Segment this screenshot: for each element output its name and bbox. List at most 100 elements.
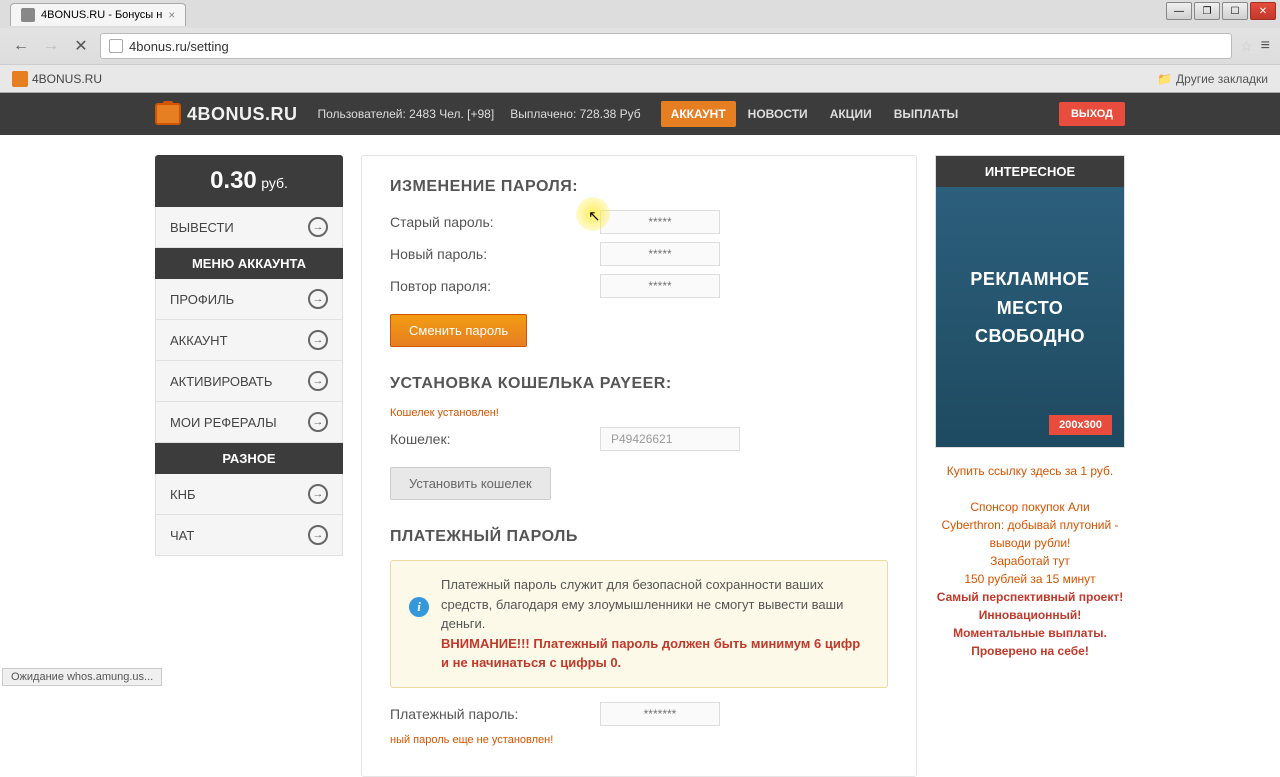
ad-link-red2[interactable]: Инновационный! Моментальные выплаты. Про… xyxy=(935,606,1125,660)
bookmark-label: 4BONUS.RU xyxy=(32,72,102,86)
maximize-button[interactable]: ☐ xyxy=(1222,2,1248,20)
password-section-title: ИЗМЕНЕНИЕ ПАРОЛЯ: xyxy=(390,178,888,196)
sidebar-misc-header: РАЗНОЕ xyxy=(155,443,343,474)
forward-button[interactable]: → xyxy=(40,35,62,57)
logout-button[interactable]: ВЫХОД xyxy=(1059,102,1125,126)
ad-link-2[interactable]: Cyberthron: добывай плутоний - выводи ру… xyxy=(935,516,1125,552)
balance-currency: руб. xyxy=(261,175,288,191)
ad-text-3: СВОБОДНО xyxy=(946,322,1114,351)
wallet-label: Кошелек: xyxy=(390,431,600,447)
sidebar-item-label: КНБ xyxy=(170,487,196,502)
page-content: 0.30 руб. ВЫВЕСТИ → МЕНЮ АККАУНТА ПРОФИЛ… xyxy=(0,135,1280,777)
ad-text-2: МЕСТО xyxy=(946,294,1114,323)
site-logo[interactable]: 4BONUS.RU xyxy=(155,103,298,125)
ad-link-red1[interactable]: Самый перспективный проект! xyxy=(935,588,1125,606)
tab-bar: 4BONUS.RU - Бонусы н × xyxy=(0,0,1280,28)
arrow-right-icon: → xyxy=(308,217,328,237)
folder-icon: 📁 xyxy=(1157,72,1172,86)
bookmark-bar: 4BONUS.RU 📁 Другие закладки xyxy=(0,64,1280,92)
set-wallet-button[interactable]: Установить кошелек xyxy=(390,467,551,500)
bookmark-item[interactable]: 4BONUS.RU xyxy=(12,71,102,87)
browser-tab[interactable]: 4BONUS.RU - Бонусы н × xyxy=(10,3,186,26)
header-stats: Пользователей: 2483 Чел. [+98] Выплачено… xyxy=(318,107,641,121)
back-button[interactable]: ← xyxy=(10,35,32,57)
repeat-password-input[interactable] xyxy=(600,274,720,298)
main-content: ИЗМЕНЕНИЕ ПАРОЛЯ: Старый пароль: Новый п… xyxy=(361,155,917,777)
site-header: 4BONUS.RU Пользователей: 2483 Чел. [+98]… xyxy=(0,93,1280,135)
stop-button[interactable]: ✕ xyxy=(70,35,92,57)
sidebar-item-label: МОИ РЕФЕРАЛЫ xyxy=(170,415,277,430)
paypass-note: ный пароль еще не установлен! xyxy=(390,734,888,746)
sidebar-referrals[interactable]: МОИ РЕФЕРАЛЫ → xyxy=(155,402,343,443)
tab-title: 4BONUS.RU - Бонусы н xyxy=(41,9,162,21)
toolbar: ← → ✕ 4bonus.ru/setting ☆ ≡ xyxy=(0,28,1280,64)
users-stat: Пользователей: 2483 Чел. [+98] xyxy=(318,107,495,121)
tab-favicon-icon xyxy=(21,8,35,22)
ad-header: ИНТЕРЕСНОЕ xyxy=(936,156,1124,187)
arrow-right-icon: → xyxy=(308,330,328,350)
ad-box: ИНТЕРЕСНОЕ РЕКЛАМНОЕ МЕСТО СВОБОДНО 200x… xyxy=(935,155,1125,448)
ad-link-buy[interactable]: Купить ссылку здесь за 1 руб. xyxy=(935,462,1125,480)
paypass-input[interactable] xyxy=(600,702,720,726)
sidebar-account[interactable]: АККАУНТ → xyxy=(155,320,343,361)
status-bar: Ожидание whos.amung.us... xyxy=(2,668,162,686)
sidebar-profile[interactable]: ПРОФИЛЬ→ xyxy=(155,279,343,320)
sidebar-item-label: ЧАТ xyxy=(170,528,194,543)
wallet-input[interactable] xyxy=(600,427,740,451)
ad-links: Купить ссылку здесь за 1 руб. Спонсор по… xyxy=(935,462,1125,660)
old-password-input[interactable] xyxy=(600,210,720,234)
sidebar-item-label: АККАУНТ xyxy=(170,333,228,348)
ad-link-1[interactable]: Спонсор покупок Али xyxy=(935,498,1125,516)
wallet-note: Кошелек установлен! xyxy=(390,407,888,419)
arrow-right-icon: → xyxy=(308,371,328,391)
ad-link-3[interactable]: Заработай тут xyxy=(935,552,1125,570)
balance-value: 0.30 xyxy=(210,167,257,194)
menu-icon[interactable]: ≡ xyxy=(1261,37,1270,55)
logo-text: 4BONUS.RU xyxy=(187,104,298,125)
other-bookmarks-label: Другие закладки xyxy=(1176,72,1268,86)
sidebar-item-label: ПРОФИЛЬ xyxy=(170,292,234,307)
info-icon: i xyxy=(409,597,429,617)
other-bookmarks[interactable]: 📁 Другие закладки xyxy=(1157,72,1268,86)
tab-close-icon[interactable]: × xyxy=(168,8,175,22)
sidebar-menu-header: МЕНЮ АККАУНТА xyxy=(155,248,343,279)
nav-promo[interactable]: АКЦИИ xyxy=(820,101,882,127)
paypass-label: Платежный пароль: xyxy=(390,706,600,722)
address-bar[interactable]: 4bonus.ru/setting xyxy=(100,33,1232,59)
arrow-right-icon: → xyxy=(308,412,328,432)
window-controls: — ❐ ☐ ✕ xyxy=(1166,2,1276,20)
ad-body[interactable]: РЕКЛАМНОЕ МЕСТО СВОБОДНО 200x300 xyxy=(936,187,1124,447)
sidebar-item-label: ВЫВЕСТИ xyxy=(170,220,234,235)
warning-box: i Платежный пароль служит для безопасной… xyxy=(390,560,888,688)
sidebar-withdraw[interactable]: ВЫВЕСТИ → xyxy=(155,207,343,248)
url-text: 4bonus.ru/setting xyxy=(129,39,229,54)
restore-button[interactable]: ❐ xyxy=(1194,2,1220,20)
chest-icon xyxy=(155,103,181,125)
nav-payments[interactable]: ВЫПЛАТЫ xyxy=(884,101,969,127)
nav-news[interactable]: НОВОСТИ xyxy=(738,101,818,127)
sidebar-knb[interactable]: КНБ→ xyxy=(155,474,343,515)
bookmark-favicon-icon xyxy=(12,71,28,87)
sidebar-chat[interactable]: ЧАТ→ xyxy=(155,515,343,556)
warning-text: Платежный пароль служит для безопасной с… xyxy=(441,575,869,673)
ad-link-4[interactable]: 150 рублей за 15 минут xyxy=(935,570,1125,588)
close-button[interactable]: ✕ xyxy=(1250,2,1276,20)
new-password-label: Новый пароль: xyxy=(390,246,600,262)
old-password-label: Старый пароль: xyxy=(390,214,600,230)
ad-text-1: РЕКЛАМНОЕ xyxy=(946,265,1114,294)
right-sidebar: ИНТЕРЕСНОЕ РЕКЛАМНОЕ МЕСТО СВОБОДНО 200x… xyxy=(935,155,1125,777)
browser-chrome: — ❐ ☐ ✕ 4BONUS.RU - Бонусы н × ← → ✕ 4bo… xyxy=(0,0,1280,93)
change-password-button[interactable]: Сменить пароль xyxy=(390,314,527,347)
nav-account[interactable]: АККАУНТ xyxy=(661,101,736,127)
minimize-button[interactable]: — xyxy=(1166,2,1192,20)
repeat-password-label: Повтор пароля: xyxy=(390,278,600,294)
paid-stat: Выплачено: 728.38 Руб xyxy=(510,107,640,121)
site-identity-icon xyxy=(109,39,123,53)
paypass-section-title: ПЛАТЕЖНЫЙ ПАРОЛЬ xyxy=(390,528,888,546)
sidebar-activate[interactable]: АКТИВИРОВАТЬ→ xyxy=(155,361,343,402)
bookmark-star-icon[interactable]: ☆ xyxy=(1240,38,1253,55)
wallet-section-title: УСТАНОВКА КОШЕЛЬКА PAYEER: xyxy=(390,375,888,393)
header-nav: АККАУНТ НОВОСТИ АКЦИИ ВЫПЛАТЫ xyxy=(661,101,969,127)
new-password-input[interactable] xyxy=(600,242,720,266)
sidebar: 0.30 руб. ВЫВЕСТИ → МЕНЮ АККАУНТА ПРОФИЛ… xyxy=(155,155,343,777)
